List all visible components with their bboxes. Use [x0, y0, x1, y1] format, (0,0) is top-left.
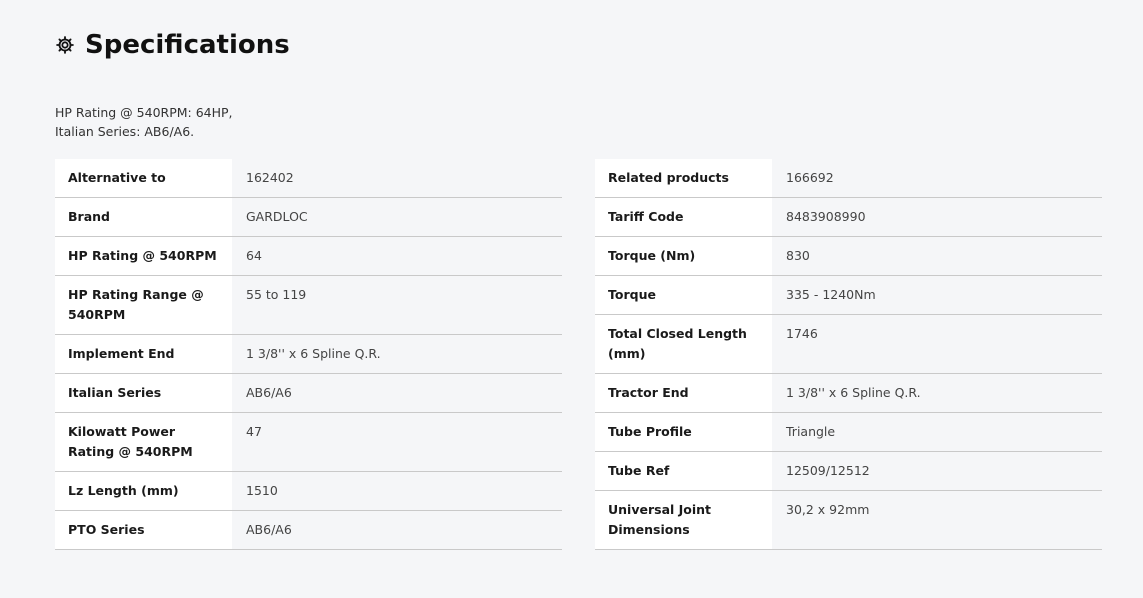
spec-label: Total Closed Length (mm): [595, 314, 772, 374]
spec-label: Related products: [595, 159, 772, 198]
table-row: Universal Joint Dimensions 30,2 x 92mm: [595, 490, 1102, 550]
spec-label: Implement End: [55, 334, 232, 374]
specifications-heading: Specifications: [55, 30, 290, 60]
page-title: Specifications: [85, 30, 290, 60]
spec-label: Tube Ref: [595, 451, 772, 491]
spec-value: 55 to 119: [232, 275, 562, 335]
spec-value: 830: [772, 236, 1102, 276]
spec-value: AB6/A6: [232, 510, 562, 550]
spec-label: Torque (Nm): [595, 236, 772, 276]
spec-label: Tube Profile: [595, 412, 772, 452]
table-row: Torque 335 - 1240Nm: [595, 275, 1102, 315]
intro-line: Italian Series: AB6/A6.: [55, 124, 195, 139]
spec-value: 8483908990: [772, 197, 1102, 237]
spec-label: HP Rating Range @ 540RPM: [55, 275, 232, 335]
specs-table-left: Alternative to 162402 Brand GARDLOC HP Rat…: [55, 159, 562, 550]
specs-table-right: Related products 166692 Tariff Code 848390…: [595, 159, 1102, 550]
spec-label: PTO Series: [55, 510, 232, 550]
table-row: Tractor End 1 3/8'' x 6 Spline Q.R.: [595, 373, 1102, 413]
intro-line: HP Rating @ 540RPM: 64HP,: [55, 105, 233, 120]
spec-value: 166692: [772, 159, 1102, 198]
spec-value: 1746: [772, 314, 1102, 374]
intro-summary: HP Rating @ 540RPM: 64HP, Italian Series…: [55, 103, 233, 141]
table-row: Alternative to 162402: [55, 159, 562, 198]
spec-label: Tractor End: [595, 373, 772, 413]
spec-value: 1 3/8'' x 6 Spline Q.R.: [232, 334, 562, 374]
spec-label: HP Rating @ 540RPM: [55, 236, 232, 276]
spec-value: 12509/12512: [772, 451, 1102, 491]
spec-value: Triangle: [772, 412, 1102, 452]
table-row: Lz Length (mm) 1510: [55, 471, 562, 511]
spec-value: 47: [232, 412, 562, 472]
table-row: Tube Ref 12509/12512: [595, 451, 1102, 491]
table-row: HP Rating @ 540RPM 64: [55, 236, 562, 276]
spec-value: AB6/A6: [232, 373, 562, 413]
spec-value: 335 - 1240Nm: [772, 275, 1102, 315]
table-row: Brand GARDLOC: [55, 197, 562, 237]
table-row: PTO Series AB6/A6: [55, 510, 562, 550]
spec-label: Kilowatt Power Rating @ 540RPM: [55, 412, 232, 472]
table-row: Implement End 1 3/8'' x 6 Spline Q.R.: [55, 334, 562, 374]
spec-value: 162402: [232, 159, 562, 198]
spec-value: 30,2 x 92mm: [772, 490, 1102, 550]
spec-label: Lz Length (mm): [55, 471, 232, 511]
spec-value: 1510: [232, 471, 562, 511]
table-row: Related products 166692: [595, 159, 1102, 198]
table-row: HP Rating Range @ 540RPM 55 to 119: [55, 275, 562, 335]
spec-label: Alternative to: [55, 159, 232, 198]
spec-value: 1 3/8'' x 6 Spline Q.R.: [772, 373, 1102, 413]
table-row: Torque (Nm) 830: [595, 236, 1102, 276]
spec-label: Torque: [595, 275, 772, 315]
table-row: Total Closed Length (mm) 1746: [595, 314, 1102, 374]
table-row: Tube Profile Triangle: [595, 412, 1102, 452]
gear-icon: [55, 35, 75, 55]
table-row: Italian Series AB6/A6: [55, 373, 562, 413]
spec-label: Tariff Code: [595, 197, 772, 237]
spec-label: Brand: [55, 197, 232, 237]
table-row: Kilowatt Power Rating @ 540RPM 47: [55, 412, 562, 472]
spec-label: Universal Joint Dimensions: [595, 490, 772, 550]
spec-label: Italian Series: [55, 373, 232, 413]
spec-value: 64: [232, 236, 562, 276]
spec-value: GARDLOC: [232, 197, 562, 237]
table-row: Tariff Code 8483908990: [595, 197, 1102, 237]
